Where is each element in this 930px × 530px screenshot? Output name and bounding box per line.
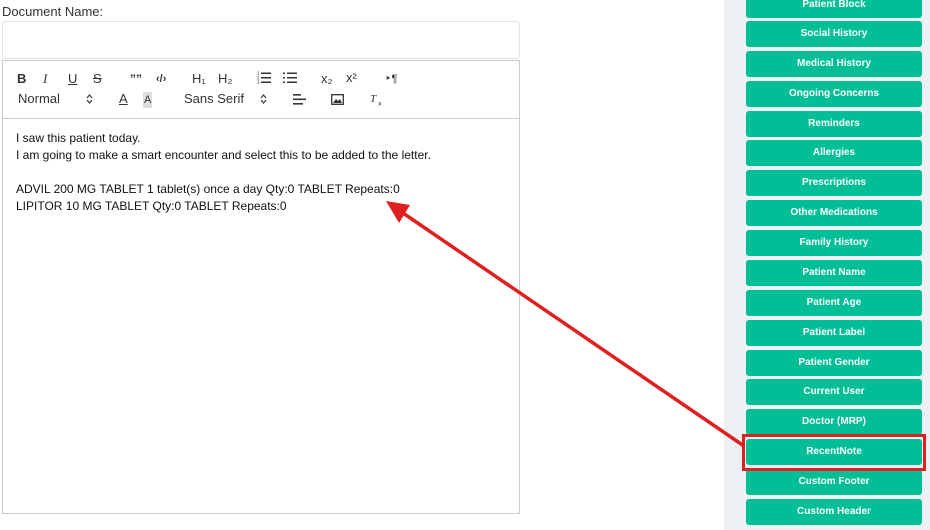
patient-label-button[interactable]: Patient Label <box>746 320 922 346</box>
patient-age-button[interactable]: Patient Age <box>746 290 922 316</box>
other-medications-button[interactable]: Other Medications <box>746 200 922 226</box>
font-select-arrow-icon[interactable] <box>260 94 267 104</box>
subscript-button[interactable]: x₂ <box>321 71 333 87</box>
rich-text-editor: B I U S ”” ‹/› H₁ H₂ 1 2 3 x₂ x² ‣¶ Norm… <box>2 60 520 514</box>
editor-line-3 <box>16 164 506 181</box>
blockquote-button[interactable]: ”” <box>130 71 142 87</box>
strike-button[interactable]: S <box>93 71 102 87</box>
current-user-button[interactable]: Current User <box>746 379 922 405</box>
patient-name-button[interactable]: Patient Name <box>746 260 922 286</box>
superscript-button[interactable]: x² <box>346 70 357 86</box>
editor-content[interactable]: I saw this patient today. I am going to … <box>3 119 519 226</box>
family-history-button[interactable]: Family History <box>746 230 922 256</box>
reminders-button[interactable]: Reminders <box>746 111 922 137</box>
format-select-arrow-icon[interactable] <box>86 94 93 104</box>
text-direction-button[interactable]: ‣¶ <box>385 71 397 87</box>
document-name-label: Document Name: <box>2 4 104 19</box>
align-button[interactable] <box>293 94 306 105</box>
ongoing-concerns-button[interactable]: Ongoing Concerns <box>746 81 922 107</box>
image-button[interactable] <box>331 94 344 105</box>
underline-button[interactable]: U <box>68 71 77 87</box>
svg-text:3: 3 <box>257 80 260 84</box>
editor-line-2: I am going to make a smart encounter and… <box>16 148 431 162</box>
align-left-icon <box>293 94 306 105</box>
recent-note-highlight <box>742 434 926 471</box>
custom-footer-button[interactable]: Custom Footer <box>746 469 922 495</box>
allergies-button[interactable]: Allergies <box>746 140 922 166</box>
patient-gender-button[interactable]: Patient Gender <box>746 350 922 376</box>
ordered-list-icon: 1 2 3 <box>257 71 271 84</box>
bullet-list-button[interactable] <box>283 71 297 84</box>
ordered-list-button[interactable]: 1 2 3 <box>257 71 271 84</box>
medical-history-button[interactable]: Medical History <box>746 51 922 77</box>
social-history-button[interactable]: Social History <box>746 21 922 47</box>
font-select[interactable]: Sans Serif <box>184 91 244 107</box>
doctor-mrp-button[interactable]: Doctor (MRP) <box>746 409 922 435</box>
document-name-input[interactable] <box>2 21 520 59</box>
clear-format-button[interactable]: T x <box>370 92 384 106</box>
custom-header-button[interactable]: Custom Header <box>746 499 922 525</box>
bullet-list-icon <box>283 72 297 83</box>
italic-button[interactable]: I <box>43 71 47 87</box>
font-color-button[interactable]: A <box>119 91 128 107</box>
editor-toolbar: B I U S ”” ‹/› H₁ H₂ 1 2 3 x₂ x² ‣¶ Norm… <box>3 61 519 119</box>
image-icon <box>331 94 344 105</box>
svg-text:x: x <box>378 101 382 107</box>
bold-button[interactable]: B <box>17 71 26 87</box>
h1-button[interactable]: H₁ <box>192 71 206 87</box>
patient-block-button[interactable]: Patient Block <box>746 0 922 18</box>
clear-format-icon: T x <box>370 93 382 107</box>
prescriptions-button[interactable]: Prescriptions <box>746 170 922 196</box>
background-color-button[interactable]: A <box>143 92 153 108</box>
h2-button[interactable]: H₂ <box>218 71 232 87</box>
font-select-value: Sans Serif <box>184 91 244 106</box>
code-button[interactable]: ‹/› <box>156 71 166 87</box>
format-select-value: Normal <box>18 91 60 106</box>
format-select[interactable]: Normal <box>18 91 60 107</box>
editor-line-5: LIPITOR 10 MG TABLET Qty:0 TABLET Repeat… <box>16 199 287 213</box>
editor-line-1: I saw this patient today. <box>16 131 141 145</box>
svg-text:T: T <box>370 93 377 105</box>
editor-line-4: ADVIL 200 MG TABLET 1 tablet(s) once a d… <box>16 182 400 196</box>
